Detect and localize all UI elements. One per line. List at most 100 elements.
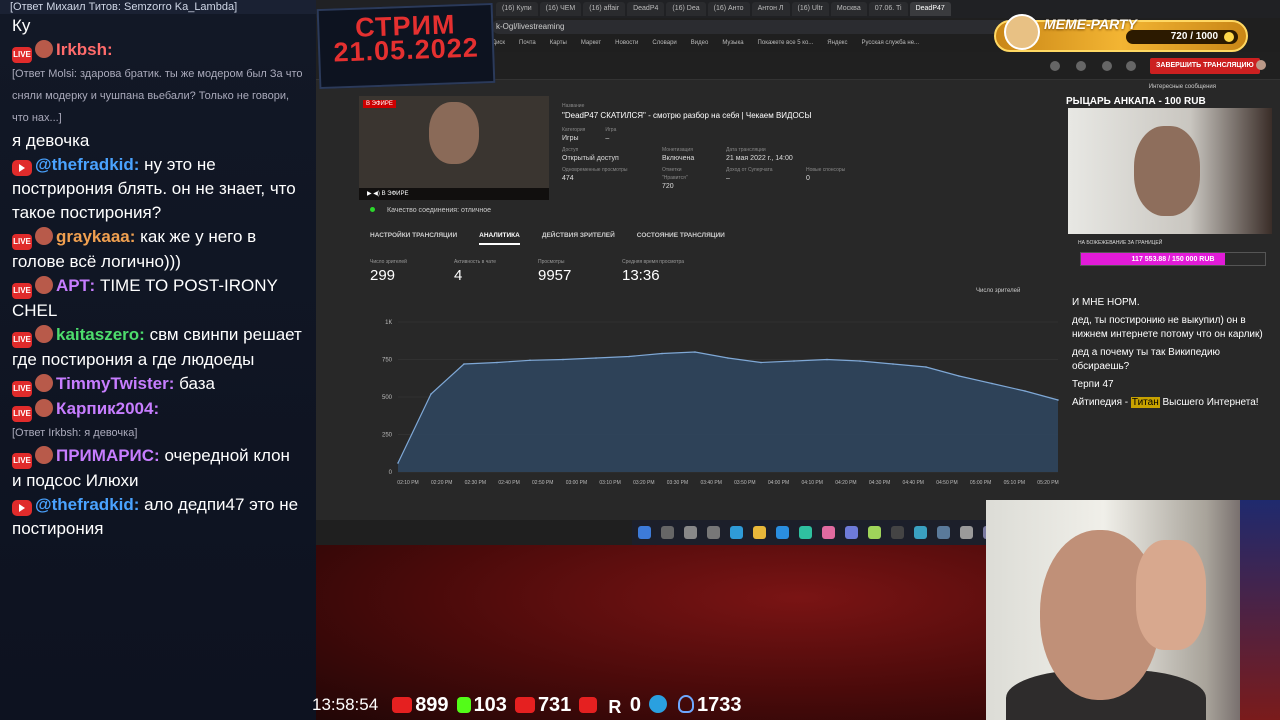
help-icon[interactable] — [1050, 61, 1060, 71]
volume-icon[interactable]: ◀) — [373, 191, 380, 197]
browser-tab[interactable]: Москва — [830, 2, 867, 16]
x-tick-label: 03:20 PM — [633, 480, 654, 486]
chat-text: я девочка — [12, 131, 90, 150]
chart-point — [859, 360, 861, 362]
bookmark-item[interactable]: Русская служба не... — [861, 37, 919, 49]
bookmark-item[interactable]: Маркет — [581, 37, 601, 49]
browser-tab[interactable]: (16) Ultr — [791, 2, 829, 16]
studio-tab[interactable]: СОСТОЯНИЕ ТРАНСЛЯЦИИ — [637, 232, 725, 245]
edge-icon[interactable] — [730, 526, 743, 539]
share-icon[interactable] — [1126, 61, 1136, 71]
access-label: Доступ — [562, 147, 579, 153]
chart-point — [793, 360, 795, 362]
chart-point — [694, 351, 696, 353]
bookmark-item[interactable]: Яндекс — [827, 37, 847, 49]
play-icon[interactable]: ▶ — [367, 191, 372, 197]
cortana-icon[interactable] — [684, 526, 697, 539]
bookmark-icon[interactable] — [1102, 61, 1112, 71]
meme-party-widget: MEME-PARTY 720 / 1000 — [994, 14, 1248, 52]
stat-value: 9957 — [538, 267, 572, 284]
live-badge: В ЭФИРЕ — [363, 100, 396, 108]
chat-nick[interactable]: @thefradkid: — [35, 155, 139, 174]
avatar[interactable] — [1256, 60, 1266, 70]
app-icon[interactable] — [937, 526, 950, 539]
preview-controls[interactable]: ▶ ◀) В ЭФИРЕ — [359, 188, 549, 200]
chat-nick[interactable]: Irkbsh: — [56, 40, 113, 59]
webcam-small — [1068, 108, 1272, 234]
mail-icon[interactable] — [776, 526, 789, 539]
chat-nick[interactable]: graykaaa: — [56, 227, 135, 246]
chat-message: LIVE АРТ: TIME TO POST-IRONY CHEL — [0, 274, 316, 323]
bookmark-item[interactable]: Музыка — [722, 37, 743, 49]
search-icon[interactable] — [661, 526, 674, 539]
app-icon[interactable] — [845, 526, 858, 539]
app-icon[interactable] — [914, 526, 927, 539]
vklive-badge-icon: LIVE — [12, 381, 32, 397]
chart-point — [463, 363, 465, 365]
user-avatar-icon — [35, 276, 53, 294]
app-icon[interactable] — [868, 526, 881, 539]
chart-point — [760, 361, 762, 364]
bookmark-item[interactable]: Покажете все 5 ко... — [758, 37, 814, 49]
browser-tab[interactable]: Антон Л — [751, 2, 790, 16]
browser-tab[interactable]: DeadP47 — [909, 2, 951, 16]
chat-nick[interactable]: @thefradkid: — [35, 495, 139, 514]
chart-metric-select[interactable]: Число зрителей — [976, 288, 1020, 294]
browser-tab[interactable]: 07.06. Ti — [868, 2, 908, 16]
chart-point — [1024, 390, 1026, 392]
browser-tab[interactable]: (16) Анто — [707, 2, 750, 16]
bookmark-item[interactable]: Словари — [652, 37, 676, 49]
rutube-play-icon — [579, 696, 598, 713]
app-icon[interactable] — [891, 526, 904, 539]
explorer-icon[interactable] — [753, 526, 766, 539]
chat-nick[interactable]: TimmyTwister: — [56, 374, 174, 393]
studio-tab[interactable]: АНАЛИТИКА — [479, 232, 520, 245]
browser-tab[interactable]: (16) affair — [583, 2, 626, 16]
taskview-icon[interactable] — [707, 526, 720, 539]
chat-nick[interactable]: ПРИМАРИС: — [56, 446, 160, 465]
browser-tab[interactable]: DeadP4 — [627, 2, 665, 16]
y-tick-label: 500 — [382, 395, 393, 401]
app-icon[interactable] — [822, 526, 835, 539]
stream-preview[interactable]: В ЭФИРЕ ▶ ◀) В ЭФИРЕ — [359, 96, 549, 200]
browser-tab[interactable]: (16) Купи — [496, 2, 538, 16]
chart-point — [562, 358, 564, 361]
bookmark-item[interactable]: Карты — [550, 37, 567, 49]
store-icon[interactable] — [799, 526, 812, 539]
app-icon[interactable] — [960, 526, 973, 539]
x-tick-label: 02:40 PM — [498, 480, 519, 486]
chat-nick[interactable]: АРТ: — [56, 276, 95, 295]
category-value: Игры — [562, 135, 579, 142]
chart-point — [661, 352, 663, 355]
x-tick-label: 02:30 PM — [465, 480, 486, 486]
end-stream-button[interactable]: ЗАВЕРШИТЬ ТРАНСЛЯЦИЮ — [1150, 58, 1260, 74]
bookmark-item[interactable]: Новости — [615, 37, 638, 49]
x-tick-label: 04:00 PM — [768, 480, 789, 486]
user-avatar-icon — [35, 325, 53, 343]
bookmark-item[interactable]: Видео — [691, 37, 709, 49]
y-tick-label: 0 — [389, 470, 393, 476]
connection-status: Качество соединения: отличное — [370, 207, 491, 214]
side-chat-message: дед а почему ты так Википедию обсираешь? — [1072, 347, 1221, 372]
studio-tab[interactable]: НАСТРОЙКИ ТРАНСЛЯЦИИ — [370, 232, 457, 245]
bookmark-item[interactable]: Почта — [519, 37, 536, 49]
side-chat-text: Айтипедия - — [1072, 397, 1131, 408]
browser-tab[interactable]: (16) Dea — [666, 2, 706, 16]
cast-icon[interactable] — [1076, 61, 1086, 71]
meme-progress: 720 / 1000 — [1126, 30, 1238, 44]
vklive-badge-icon: LIVE — [12, 234, 32, 250]
browser-tab[interactable]: (16) ЧЕМ — [539, 2, 582, 16]
chat-nick[interactable]: kaitaszero: — [56, 325, 145, 344]
goal-label: НА БОЖЕЖЕВАНИЕ ЗА ГРАНИЦЕЙ — [1078, 240, 1163, 246]
chat-message: я девочка — [0, 129, 316, 153]
chart-point — [628, 355, 630, 358]
studio-tab[interactable]: ДЕЙСТВИЯ ЗРИТЕЛЕЙ — [542, 232, 615, 245]
x-tick-label: 03:30 PM — [667, 480, 688, 486]
interesting-messages-header: Интересные сообщения — [1148, 84, 1216, 90]
windows-icon[interactable] — [638, 526, 651, 539]
address-bar[interactable]: k-Ogl/livestreaming — [492, 20, 1072, 34]
chart-point — [496, 361, 498, 364]
chat-nick[interactable]: Карпик2004: — [56, 399, 159, 418]
date-label: Дата трансляции — [726, 147, 766, 153]
stat-card: Число зрителей 299 — [370, 258, 454, 286]
